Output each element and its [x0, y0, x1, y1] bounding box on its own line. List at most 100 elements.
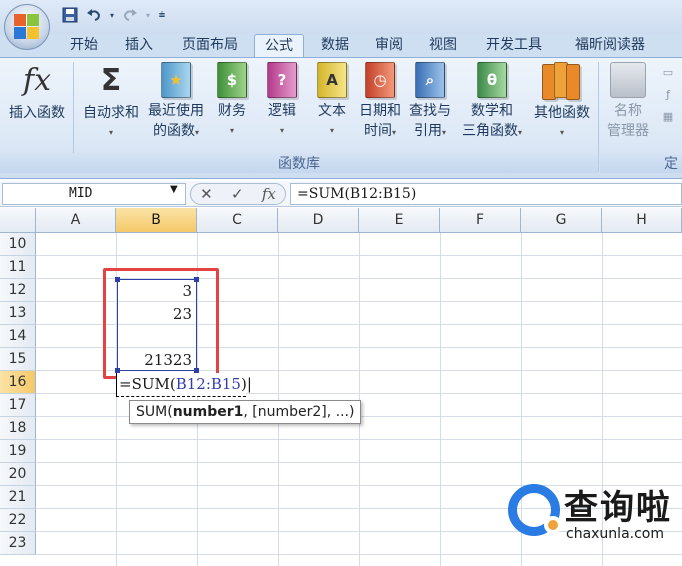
cancel-icon[interactable]: ✕ — [200, 185, 213, 203]
datetime-label-1: 日期和 — [359, 103, 401, 119]
office-logo-icon — [14, 14, 40, 40]
chevron-down-icon: ▾ — [279, 126, 284, 135]
tab-home[interactable]: 开始 — [58, 34, 110, 58]
save-icon[interactable] — [60, 5, 80, 25]
logical-label: 逻辑 — [268, 103, 296, 119]
column-header-h[interactable]: H — [602, 208, 682, 233]
watermark-text: 查询啦 — [564, 488, 672, 528]
insert-function-icon[interactable]: fx — [262, 185, 276, 203]
undo-icon[interactable] — [84, 5, 104, 25]
text-book-icon: A — [317, 62, 347, 98]
watermark-dot-icon — [544, 516, 562, 534]
name-box-dropdown-icon[interactable]: ▼ — [170, 184, 178, 195]
text-functions-button[interactable]: A 文本 ▾ — [310, 62, 354, 141]
redo-dropdown-icon[interactable]: ▾ — [144, 5, 152, 25]
row-header-13[interactable]: 13 — [0, 302, 36, 325]
annotation-highlight-box — [103, 268, 219, 379]
math-trig-button[interactable]: θ 数学和 三角函数▾ — [456, 62, 528, 143]
row-header-11[interactable]: 11 — [0, 256, 36, 279]
recent-functions-button[interactable]: ★ 最近使用 的函数▾ — [144, 62, 208, 143]
more-functions-button[interactable]: 其他函数 ▾ — [530, 62, 594, 143]
books-icon — [540, 62, 584, 100]
name-manager-button[interactable]: 名称 管理器 — [602, 62, 654, 141]
tab-formulas[interactable]: 公式 — [254, 34, 304, 58]
more-functions-label: 其他函数 — [534, 105, 590, 121]
row-header-19[interactable]: 19 — [0, 440, 36, 463]
formula-range-ref: B12:B15 — [175, 375, 241, 393]
undo-dropdown-icon[interactable]: ▾ — [108, 5, 116, 25]
quick-access-toolbar: ▾ ▾ ⩧ — [60, 5, 168, 25]
recent-functions-label-2: 的函数▾ — [152, 123, 199, 139]
recent-functions-label-1: 最近使用 — [148, 103, 204, 119]
row-header-20[interactable]: 20 — [0, 463, 36, 486]
financial-button[interactable]: $ 财务 ▾ — [210, 62, 254, 141]
column-header-e[interactable]: E — [359, 208, 440, 233]
lookup-reference-button[interactable]: ⌕ 查找与 引用▾ — [406, 62, 454, 143]
math-label-2: 三角函数▾ — [461, 123, 522, 139]
column-header-d[interactable]: D — [278, 208, 359, 233]
tab-view[interactable]: 视图 — [418, 34, 468, 58]
tab-developer[interactable]: 开发工具 — [474, 34, 554, 58]
row-header-14[interactable]: 14 — [0, 325, 36, 348]
function-tooltip: SUM(number1, [number2], ...) — [129, 400, 361, 424]
column-header-f[interactable]: F — [440, 208, 521, 233]
select-all-corner[interactable] — [0, 208, 36, 233]
row-header-22[interactable]: 22 — [0, 509, 36, 532]
formula-bar: MID ▼ ✕ ✓ fx =SUM(B12:B15) — [0, 181, 682, 207]
lookup-label-2: 引用▾ — [413, 123, 446, 139]
customize-icon[interactable]: ⩧ — [156, 5, 168, 25]
name-manager-label-1: 名称 — [614, 103, 642, 119]
autosum-label: 自动求和 — [83, 105, 139, 121]
tab-data[interactable]: 数据 — [310, 34, 360, 58]
row-header-10[interactable]: 10 — [0, 233, 36, 256]
datetime-button[interactable]: ◷ 日期和 时间▾ — [356, 62, 404, 143]
insert-function-label: 插入函数 — [9, 105, 65, 121]
row-header-21[interactable]: 21 — [0, 486, 36, 509]
enter-icon[interactable]: ✓ — [231, 185, 244, 203]
column-header-b[interactable]: B — [116, 208, 197, 233]
row-header-12[interactable]: 12 — [0, 279, 36, 302]
formula-buttons: ✕ ✓ fx — [190, 183, 286, 205]
column-header-g[interactable]: G — [521, 208, 602, 233]
tab-page-layout[interactable]: 页面布局 — [170, 34, 250, 58]
tab-foxit-reader[interactable]: 福昕阅读器 — [560, 34, 660, 58]
row-header-23[interactable]: 23 — [0, 532, 36, 555]
row-header-17[interactable]: 17 — [0, 394, 36, 417]
column-header-a[interactable]: A — [36, 208, 116, 233]
function-library-group-label: 函数库 — [0, 153, 598, 173]
tooltip-current-arg[interactable]: number1 — [173, 404, 244, 420]
office-button[interactable] — [4, 4, 50, 50]
lookup-book-icon: ⌕ — [415, 62, 445, 98]
text-cursor: | — [246, 375, 252, 393]
formula-input[interactable]: =SUM(B12:B15) — [290, 183, 682, 205]
cell-b16-editor[interactable]: =SUM(B12:B15)| — [116, 373, 252, 397]
chevron-down-icon: ▾ — [559, 128, 564, 137]
row-header-15[interactable]: 15 — [0, 348, 36, 371]
row-header-18[interactable]: 18 — [0, 417, 36, 440]
financial-book-icon: $ — [217, 62, 247, 98]
insert-function-button[interactable]: fx 插入函数 — [4, 62, 70, 123]
logical-button[interactable]: ? 逻辑 ▾ — [260, 62, 304, 141]
watermark: 查询啦 chaxunla.com — [504, 478, 680, 548]
tab-insert[interactable]: 插入 — [114, 34, 164, 58]
formula-prefix: =SUM( — [119, 375, 176, 393]
grid-line — [440, 233, 441, 566]
name-manager-icon — [610, 62, 646, 98]
redo-icon[interactable] — [120, 5, 140, 25]
financial-label: 财务 — [218, 103, 246, 119]
chevron-down-icon: ▾ — [329, 126, 334, 135]
fx-icon: fx — [22, 63, 52, 98]
name-box[interactable]: MID — [2, 183, 186, 205]
define-name-buttons[interactable]: ▭ ƒ ▦ — [656, 62, 680, 128]
use-in-formula-icon: ƒ — [666, 88, 670, 101]
create-from-selection-icon: ▦ — [662, 110, 674, 123]
ribbon-separator — [598, 62, 599, 172]
tab-review[interactable]: 审阅 — [364, 34, 414, 58]
star-book-icon: ★ — [161, 62, 191, 98]
text-label: 文本 — [318, 103, 346, 119]
autosum-button[interactable]: Σ 自动求和 ▾ — [78, 62, 144, 143]
math-label-1: 数学和 — [471, 103, 513, 119]
tooltip-function[interactable]: SUM( — [136, 404, 173, 420]
row-header-16[interactable]: 16 — [0, 371, 36, 394]
column-header-c[interactable]: C — [197, 208, 278, 233]
